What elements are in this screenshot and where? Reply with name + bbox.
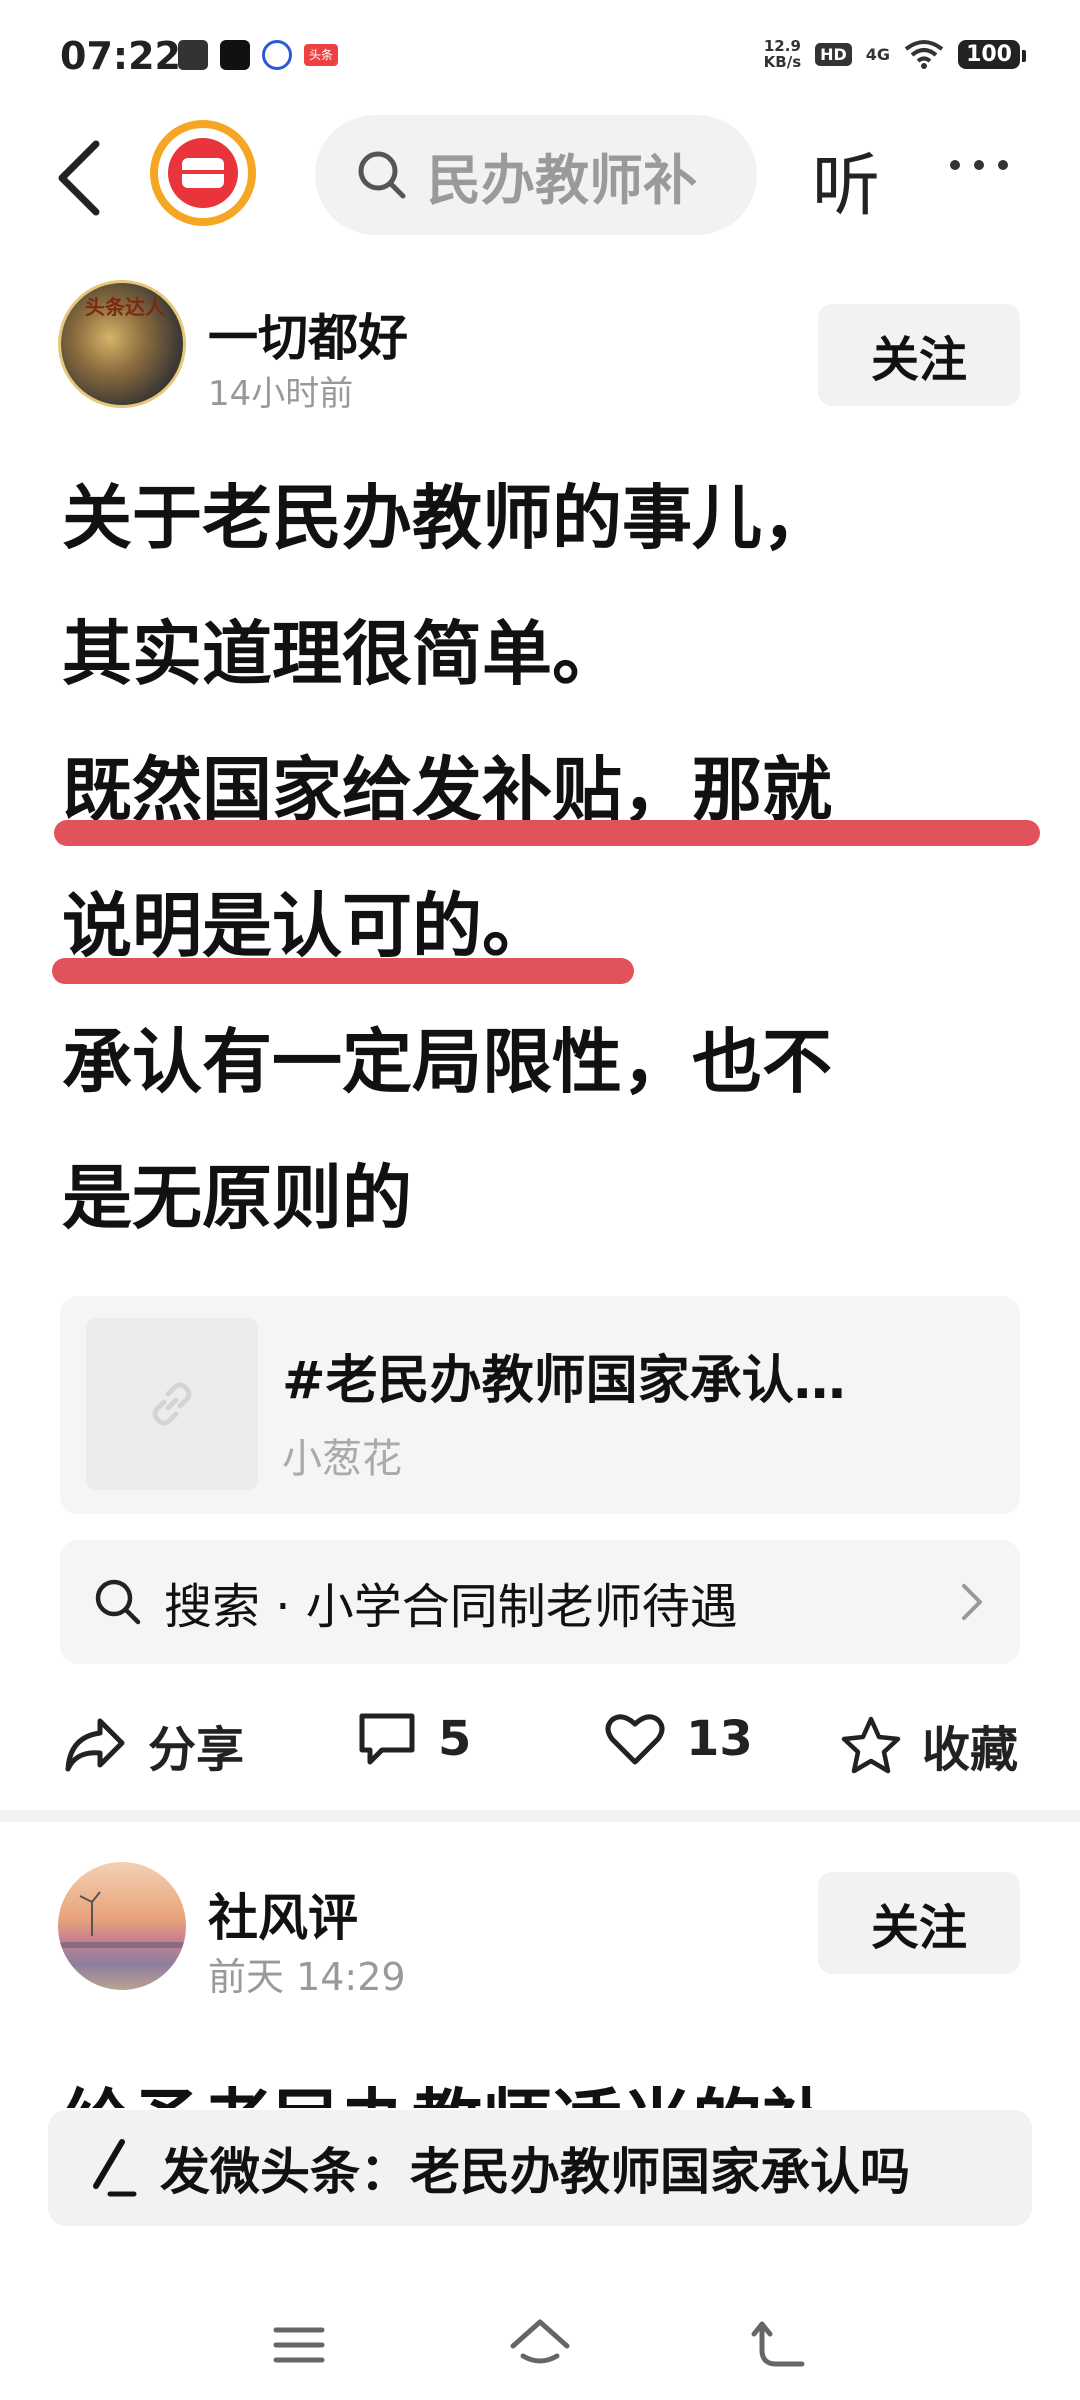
post-line-highlighted: 既然国家给发补贴，那就 — [54, 722, 1042, 858]
link-source: 小葱花 — [282, 1436, 402, 1482]
douyin-icon — [220, 40, 250, 70]
suggestion-text: 搜索 · 小学合同制老师待遇 — [164, 1579, 738, 1635]
net-speed-value: 12.9 — [763, 37, 801, 55]
comment-icon — [359, 1713, 415, 1765]
like-count: 13 — [686, 1711, 753, 1767]
more-dot-icon — [950, 160, 960, 170]
heart-icon — [605, 1714, 665, 1765]
toutiao-logo-button[interactable] — [150, 120, 256, 226]
related-search-suggestion[interactable]: 搜索 · 小学合同制老师待遇 — [60, 1540, 1020, 1664]
hd-icon: HD — [815, 42, 852, 66]
post-line: 关于老民办教师的事儿， — [62, 477, 832, 559]
link-title: #老民办教师国家承认… — [282, 1351, 846, 1411]
windmill-landscape-image — [58, 1891, 186, 1948]
comment-button[interactable]: 5 — [356, 1710, 471, 1768]
link-thumbnail — [86, 1318, 258, 1490]
toutiao-logo-icon — [168, 138, 238, 208]
menu-icon — [273, 2327, 325, 2363]
signal-4g-icon: 4G — [865, 44, 891, 64]
download-icon — [178, 40, 208, 70]
post-author-row: 头条达人 一切都好 14小时前 关注 — [0, 280, 1080, 420]
toutiao-icon: 头条 — [304, 44, 338, 66]
return-icon — [751, 2321, 805, 2367]
like-button[interactable]: 13 — [604, 1710, 753, 1768]
more-dot-icon — [974, 160, 984, 170]
compose-post-bar[interactable]: 发微头条：老民办教师国家承认吗 — [48, 2110, 1032, 2226]
status-bar: 07:22 头条 12.9 KB/s HD 4G 100 — [0, 0, 1080, 110]
follow-button[interactable]: 关注 — [818, 1872, 1020, 1974]
share-icon — [65, 1718, 125, 1772]
status-time: 07:22 — [60, 34, 181, 78]
search-icon — [95, 1579, 141, 1625]
search-icon — [358, 151, 406, 199]
pen-icon — [93, 2139, 137, 2197]
star-icon — [841, 1716, 901, 1774]
net-speed: 12.9 KB/s — [764, 38, 801, 70]
battery-icon: 100 — [958, 39, 1026, 69]
post-preview-line: 给予老民办教师适当的补 — [62, 2066, 1022, 2108]
author-avatar[interactable]: 头条达人 — [58, 280, 186, 408]
author-avatar[interactable] — [58, 1862, 186, 1990]
back-button[interactable] — [52, 138, 112, 218]
comment-count: 5 — [438, 1711, 472, 1767]
wifi-icon — [904, 40, 944, 69]
post-line-highlighted: 说明是认可的。 — [52, 858, 1042, 994]
avatar-badge-text: 头条达人 — [85, 295, 165, 319]
status-indicators: 12.9 KB/s HD 4G 100 — [764, 38, 1026, 70]
post-time: 前天 14:29 — [208, 1955, 406, 1999]
favorite-label: 收藏 — [922, 1722, 1019, 1778]
home-icon — [510, 2319, 570, 2364]
back-arrow-icon — [58, 140, 100, 216]
post-line-text: 既然国家给发补贴，那就 — [62, 749, 832, 831]
follow-button[interactable]: 关注 — [818, 304, 1020, 406]
more-options-button[interactable] — [950, 160, 1008, 170]
author-name[interactable]: 社风评 — [208, 1878, 358, 1950]
post-preview-text[interactable]: 给予老民办教师适当的补 — [62, 2066, 1022, 2108]
share-label: 分享 — [148, 1722, 245, 1778]
share-button[interactable]: 分享 — [62, 1710, 244, 1780]
more-dot-icon — [998, 160, 1008, 170]
search-query-text: 民办教师补 — [427, 148, 697, 212]
highlight-underline — [54, 820, 1040, 846]
linked-article-card[interactable]: #老民办教师国家承认… 小葱花 — [60, 1296, 1020, 1514]
chevron-right-icon — [962, 1584, 982, 1620]
link-icon — [152, 1382, 192, 1426]
highlight-underline — [52, 958, 634, 984]
net-speed-unit: KB/s — [763, 53, 802, 71]
top-nav: 民办教师补 听 — [0, 110, 1080, 240]
feed-divider — [0, 1810, 1080, 1822]
home-button[interactable] — [505, 2310, 575, 2380]
listen-button[interactable]: 听 — [812, 130, 880, 229]
back-nav-button[interactable] — [746, 2310, 816, 2380]
post-line-text: 说明是认可的。 — [62, 885, 552, 967]
compose-text: 发微头条：老民办教师国家承认吗 — [160, 2143, 910, 2201]
post-actions-bar: 分享 5 13 收藏 — [0, 1690, 1080, 1790]
post-content[interactable]: 关于老民办教师的事儿， 其实道理很简单。 既然国家给发补贴，那就 说明是认可的。… — [52, 450, 1042, 1266]
baidu-icon — [262, 40, 292, 70]
search-bar[interactable]: 民办教师补 — [315, 115, 757, 235]
post-time: 14小时前 — [208, 374, 354, 414]
author-name[interactable]: 一切都好 — [208, 298, 408, 370]
system-navigation-bar — [0, 2290, 1080, 2400]
status-notification-icons: 头条 — [178, 40, 338, 70]
post-line: 承认有一定局限性，也不 — [62, 1021, 832, 1103]
post-line: 是无原则的 — [62, 1157, 412, 1239]
favorite-button[interactable]: 收藏 — [840, 1710, 1018, 1780]
menu-button[interactable] — [264, 2310, 334, 2380]
post-line: 其实道理很简单。 — [62, 613, 622, 695]
